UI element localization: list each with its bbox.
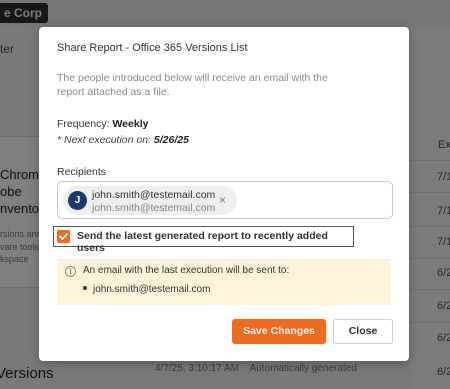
frequency-label: Frequency: — [57, 118, 110, 130]
info-text: An email with the last execution will be… — [83, 265, 290, 276]
share-report-dialog: Share Report - Office 365 Versions List … — [39, 27, 409, 361]
dialog-title: Share Report - Office 365 Versions List — [57, 42, 248, 54]
bullet-icon — [83, 286, 87, 291]
send-latest-report-option[interactable]: Send the latest generated report to rece… — [53, 226, 354, 254]
recipients-label: Recipients — [57, 166, 107, 178]
remove-recipient-icon[interactable]: × — [219, 193, 226, 207]
checkmark-icon — [59, 233, 68, 240]
frequency-value: Weekly — [112, 118, 149, 130]
recipient-email: john.smith@testemail.com — [92, 202, 216, 214]
info-list-item: john.smith@testemail.com — [83, 284, 210, 295]
dialog-description: The people introduced below will receive… — [57, 72, 328, 98]
recipients-input[interactable]: J john.smith@testemail.com john.smith@te… — [57, 181, 393, 219]
next-execution-row: * Next execution on: 5/26/25 — [57, 134, 189, 146]
close-button[interactable]: Close — [333, 319, 393, 344]
send-latest-report-label[interactable]: Send the latest generated report to rece… — [77, 230, 353, 254]
send-latest-report-checkbox[interactable] — [57, 230, 70, 243]
frequency-row: Frequency: Weekly — [57, 118, 148, 130]
info-notice: i An email with the last execution will … — [57, 259, 391, 305]
recipient-name: john.smith@testemail.com — [92, 189, 216, 201]
save-changes-button[interactable]: Save Changes — [232, 319, 326, 344]
recipient-chip: J john.smith@testemail.com john.smith@te… — [63, 186, 237, 215]
next-execution-value: 5/26/25 — [153, 134, 189, 146]
next-execution-label: * Next execution on: — [57, 134, 151, 146]
info-list-item-text: john.smith@testemail.com — [93, 284, 211, 295]
info-icon: i — [65, 266, 76, 277]
avatar: J — [68, 191, 87, 210]
